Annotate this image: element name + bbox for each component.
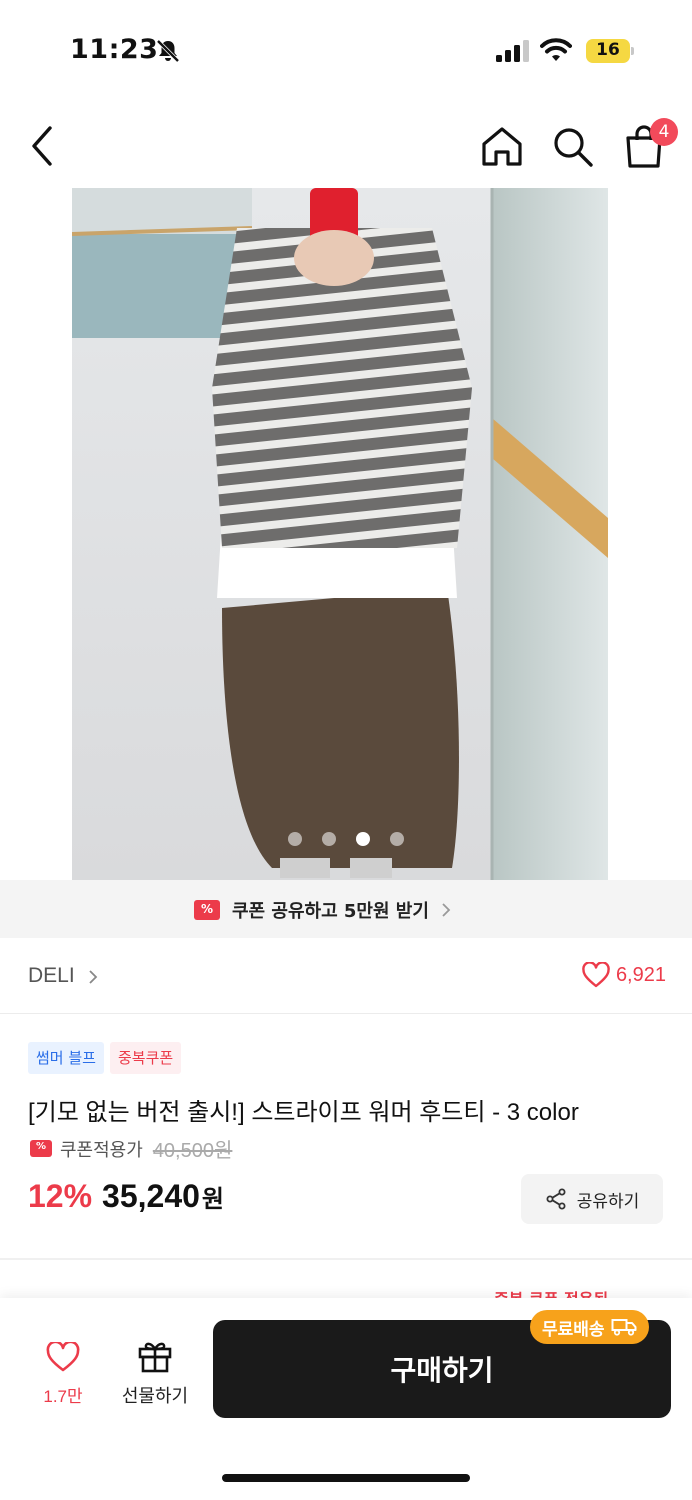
- coupon-icon: %: [194, 900, 220, 920]
- status-bar: 11:23 16: [0, 0, 692, 100]
- home-indicator: [222, 1474, 470, 1482]
- chevron-right-icon: [89, 970, 98, 984]
- product-image-gallery[interactable]: [0, 188, 692, 880]
- badge-duplicate-coupon: 중복쿠폰: [109, 1042, 182, 1074]
- share-icon: [546, 1188, 566, 1210]
- brand-row: DELI 6,921: [0, 938, 692, 1014]
- product-title: [기모 없는 버전 출시!] 스트라이프 워머 후드티 - 3 color: [28, 1099, 579, 1126]
- gift-button[interactable]: 선물하기: [110, 1338, 200, 1412]
- gallery-dot[interactable]: [322, 832, 336, 846]
- gallery-pagination: [288, 832, 408, 848]
- signal-icon: [496, 40, 529, 62]
- coupon-apply-label: 쿠폰적용가: [60, 1139, 143, 1161]
- heart-icon: [582, 962, 610, 988]
- home-icon[interactable]: [478, 124, 526, 168]
- coupon-share-banner[interactable]: % 쿠폰 공유하고 5만원 받기: [0, 880, 692, 938]
- coupon-price-row: % 쿠폰적용가 40,500원: [30, 1134, 232, 1163]
- coupon-banner-text: 쿠폰 공유하고 5만원 받기: [232, 901, 429, 922]
- bottom-action-bar: 1.7만 선물하기 구매하기 무료배송: [0, 1298, 692, 1500]
- brand-link[interactable]: DELI: [28, 964, 75, 988]
- battery-icon: 16: [586, 39, 634, 63]
- gallery-dot-active[interactable]: [356, 832, 370, 846]
- nav-header: [0, 100, 692, 188]
- gallery-dot[interactable]: [288, 832, 302, 846]
- buy-label: 구매하기: [390, 1354, 494, 1387]
- truck-icon: [611, 1319, 637, 1336]
- gallery-dot[interactable]: [390, 832, 404, 846]
- product-badges: 썸머 블프 중복쿠폰: [28, 1042, 187, 1074]
- brand-likes[interactable]: 6,921: [582, 962, 666, 988]
- product-photo: [72, 188, 608, 880]
- price-unit: 원: [201, 1185, 225, 1213]
- free-shipping-badge: 무료배송: [530, 1310, 649, 1344]
- expand-icon[interactable]: [626, 813, 660, 847]
- heart-icon: [46, 1342, 80, 1372]
- free-shipping-label: 무료배송: [542, 1319, 605, 1340]
- share-label: 공유하기: [576, 1191, 640, 1212]
- gift-label: 선물하기: [121, 1386, 189, 1407]
- battery-level: 16: [596, 40, 620, 60]
- badge-summer-sale: 썸머 블프: [28, 1042, 104, 1074]
- share-button[interactable]: 공유하기: [521, 1174, 663, 1224]
- wishlist-button[interactable]: 1.7만: [28, 1342, 98, 1412]
- sale-price: 35,240: [102, 1178, 200, 1214]
- price-row: 12% 35,240 원: [28, 1178, 224, 1215]
- cart-badge: 4: [650, 118, 678, 146]
- gift-icon: [138, 1342, 172, 1373]
- section-divider: [0, 1258, 692, 1260]
- discount-rate: 12%: [28, 1178, 93, 1214]
- likes-count: 6,921: [615, 963, 666, 986]
- wishlist-count: 1.7만: [43, 1387, 83, 1406]
- original-price: 40,500원: [152, 1140, 233, 1162]
- bell-slash-icon: [156, 39, 180, 63]
- wifi-icon: [540, 38, 572, 61]
- search-icon[interactable]: [550, 124, 596, 168]
- coupon-applied-text: 중복 쿠폰 적용됨: [494, 1286, 608, 1298]
- coupon-icon: %: [30, 1140, 52, 1157]
- chevron-right-icon: [442, 903, 451, 917]
- status-time: 11:23: [70, 34, 159, 65]
- back-icon[interactable]: [22, 122, 62, 170]
